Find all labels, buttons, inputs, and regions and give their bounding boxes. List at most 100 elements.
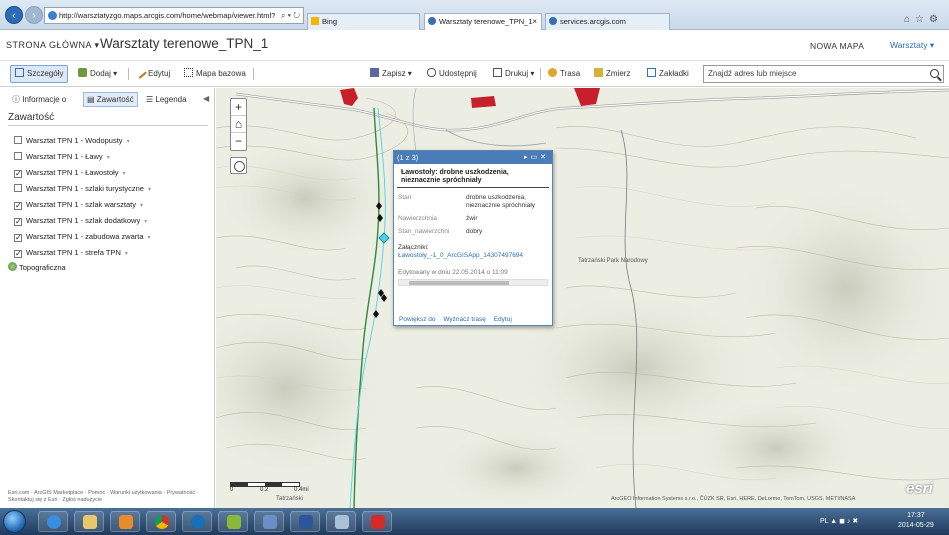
locate-button[interactable] xyxy=(230,157,247,174)
tab-warsztaty[interactable]: Warsztaty terenowe_TPN_1 × xyxy=(424,13,542,30)
save-icon xyxy=(370,68,379,77)
tab-services[interactable]: services.arcgis.com xyxy=(545,13,670,30)
details-button[interactable]: Szczegóły xyxy=(10,65,69,83)
zoom-out-button[interactable]: − xyxy=(231,133,246,150)
print-button[interactable]: Drukuj ▾ xyxy=(493,65,534,83)
taskbar-app[interactable] xyxy=(182,511,212,532)
layer-menu-icon[interactable]: ▾ xyxy=(140,203,143,209)
layer-item[interactable]: Warsztat TPN 1 - szlaki turystyczne ▾ xyxy=(14,183,151,195)
new-map-link[interactable]: NOWA MAPA xyxy=(810,41,864,51)
tab-content[interactable]: ▤ Zawartość xyxy=(83,92,138,107)
layer-menu-icon[interactable]: ▾ xyxy=(148,187,151,193)
home-link[interactable]: STRONA GŁÓWNA ▾ xyxy=(6,40,100,51)
layer-menu-icon[interactable]: ▾ xyxy=(123,171,126,177)
measure-button[interactable]: Zmierz xyxy=(594,65,630,83)
layer-checkbox[interactable] xyxy=(14,152,22,160)
taskbar-app[interactable] xyxy=(362,511,392,532)
layer-menu-icon[interactable]: ▾ xyxy=(125,251,128,257)
collapse-panel-icon[interactable]: ◀ xyxy=(203,94,209,103)
basemap-label: Mapa bazowa xyxy=(196,69,246,78)
layer-checkbox[interactable]: ✓ xyxy=(14,218,22,226)
back-button[interactable]: ‹ xyxy=(5,6,23,24)
scrollbar-thumb[interactable] xyxy=(409,281,509,285)
start-button[interactable] xyxy=(3,510,26,533)
address-tools-icon[interactable]: ⌕ ▾ ↻ xyxy=(281,8,300,23)
layer-item[interactable]: Warsztat TPN 1 - Wodopusty ▾ xyxy=(14,135,130,147)
map-view[interactable]: + ⌂ − Tatrzański Park Narodowy 0 0.2 0.4… xyxy=(216,88,949,508)
arcgis-icon xyxy=(549,17,557,25)
content-panel: ⓘ Informacje o ▤ Zawartość ☰ Legenda ◀ Z… xyxy=(0,88,215,508)
popup-scrollbar[interactable] xyxy=(398,279,548,286)
footer-links[interactable]: Esri.com · ArcGIS Marketplace · Pomoc · … xyxy=(8,490,213,504)
taskbar-media[interactable] xyxy=(110,511,140,532)
chrome-icon xyxy=(155,515,169,529)
layer-checkbox[interactable] xyxy=(14,136,22,144)
layer-checkbox[interactable]: ✓ xyxy=(14,234,22,242)
tab-info[interactable]: ⓘ Informacje o xyxy=(12,92,66,107)
taskbar-app[interactable] xyxy=(326,511,356,532)
layer-item[interactable]: ✓ Warsztat TPN 1 - strefa TPN ▾ xyxy=(14,247,128,259)
layer-item[interactable]: ✓ Warsztat TPN 1 - zabudowa zwarta ▾ xyxy=(14,231,151,243)
clock[interactable]: 17:37 2014-05-29 xyxy=(898,511,934,531)
share-label: Udostępnij xyxy=(439,69,477,78)
layer-menu-icon[interactable]: ▾ xyxy=(148,235,151,241)
search-input[interactable]: Znajdź adres lub miejsce xyxy=(703,65,944,83)
tab-legend[interactable]: ☰ Legenda xyxy=(146,92,187,107)
folder-icon xyxy=(83,515,97,529)
edit-button[interactable]: Edytuj xyxy=(134,65,170,83)
basemap-button[interactable]: Mapa bazowa xyxy=(184,65,246,83)
layer-checkbox[interactable]: ✓ xyxy=(14,202,22,210)
layer-item[interactable]: ✓ Warsztat TPN 1 - szlak warsztaty ▾ xyxy=(14,199,143,211)
search-placeholder: Znajdź adres lub miejsce xyxy=(708,69,797,78)
bookmarks-button[interactable]: Zakładki xyxy=(647,65,689,83)
layer-menu-icon[interactable]: ▾ xyxy=(127,139,130,145)
layer-item[interactable]: Warsztat TPN 1 - Ławy ▾ xyxy=(14,151,110,163)
scale-label: 0 xyxy=(230,487,234,493)
taskbar-chrome[interactable] xyxy=(146,511,176,532)
taskbar-ie[interactable] xyxy=(38,511,68,532)
taskbar-word[interactable] xyxy=(290,511,320,532)
scale-label: 0.2 xyxy=(260,487,269,493)
get-directions-link[interactable]: Wyznacz trasę xyxy=(443,316,486,323)
address-bar[interactable]: http://warsztatyzgo.maps.arcgis.com/home… xyxy=(44,7,304,24)
forward-button[interactable]: › xyxy=(25,6,43,24)
browser-tools-icons[interactable]: ⌂☆⚙ xyxy=(904,14,943,25)
field-value: dobry xyxy=(466,228,483,235)
add-button[interactable]: Dodaj ▾ xyxy=(78,65,117,83)
popup-field-row: Stan_nawierzchni dobry xyxy=(398,228,548,236)
close-tab-icon[interactable]: × xyxy=(532,14,537,29)
taskbar-explorer[interactable] xyxy=(74,511,104,532)
layer-menu-icon[interactable]: ▾ xyxy=(107,155,110,161)
zoom-in-button[interactable]: + xyxy=(231,99,246,116)
windows-taskbar: PL ▲ ◼ ♪ ✖ 17:37 2014-05-29 xyxy=(0,508,949,535)
layer-checkbox[interactable] xyxy=(14,184,22,192)
layer-item[interactable]: ✓ Warsztat TPN 1 - szlak dodatkowy ▾ xyxy=(14,215,147,227)
share-button[interactable]: Udostępnij xyxy=(427,65,477,83)
route-button[interactable]: Trasa xyxy=(548,65,580,83)
zoom-to-link[interactable]: Powiększ do xyxy=(399,316,436,323)
field-key: Stan_nawierzchni xyxy=(398,228,450,235)
basemap-layer[interactable]: Topograficzna xyxy=(8,262,66,272)
layer-label: Warsztat TPN 1 - strefa TPN xyxy=(26,248,121,257)
taskbar-app[interactable] xyxy=(218,511,248,532)
layer-checkbox[interactable]: ✓ xyxy=(14,250,22,258)
save-button[interactable]: Zapisz ▾ xyxy=(370,65,412,83)
taskbar-app[interactable] xyxy=(254,511,284,532)
layer-checkbox[interactable]: ✓ xyxy=(14,170,22,178)
language-indicator[interactable]: PL xyxy=(820,518,828,525)
system-tray[interactable]: PL ▲ ◼ ♪ ✖ xyxy=(820,517,858,525)
toolbar: Szczegóły Dodaj ▾ Edytuj Mapa bazowa Zap… xyxy=(0,60,949,87)
user-menu[interactable]: Warsztaty ▾ xyxy=(890,40,934,51)
edit-feature-link[interactable]: Edytuj xyxy=(494,316,512,323)
app-header: STRONA GŁÓWNA ▾ Warsztaty terenowe_TPN_1… xyxy=(0,30,949,60)
layer-label: Warsztat TPN 1 - szlak dodatkowy xyxy=(26,216,141,225)
popup-controls-icon[interactable]: ▸▭✕ xyxy=(524,151,549,164)
layer-item[interactable]: ✓ Warsztat TPN 1 - Ławostoły ▾ xyxy=(14,167,126,179)
home-extent-icon[interactable]: ⌂ xyxy=(231,116,246,133)
search-icon[interactable] xyxy=(930,69,939,78)
tab-bing[interactable]: Bing xyxy=(307,13,420,30)
attachment-link[interactable]: Ławostoły_-1_0_ArcGISApp_14307497694 xyxy=(398,252,550,259)
tab-label: Bing xyxy=(322,17,338,26)
popup-fields: Stan drobne uszkodzenia, nieznacznie spró… xyxy=(398,194,548,236)
layer-menu-icon[interactable]: ▾ xyxy=(144,219,147,225)
